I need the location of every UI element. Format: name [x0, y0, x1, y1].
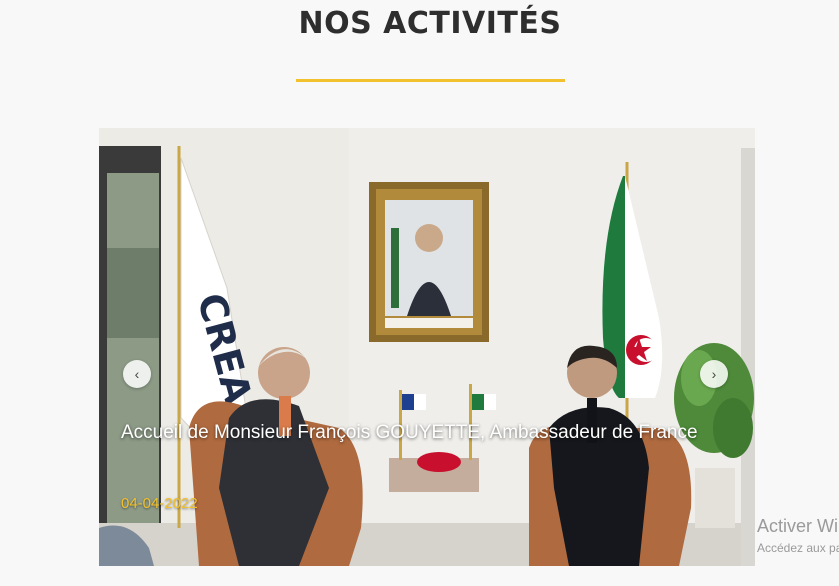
section-title: NOS ACTIVITÉS — [298, 6, 562, 41]
chevron-left-icon: ‹ — [134, 366, 140, 382]
slider-prev-button[interactable]: ‹ — [123, 360, 151, 388]
slide-date: 04-04-2022 — [121, 495, 198, 512]
activities-slider[interactable]: CREA Accueil de Monsieur François GOUYET… — [99, 128, 755, 566]
chevron-right-icon: › — [711, 366, 717, 382]
title-underline — [296, 79, 565, 82]
watermark-subtitle: Accédez aux paramètres — [757, 541, 839, 555]
windows-activation-watermark: Activer Windows Accédez aux paramètres — [757, 515, 839, 556]
watermark-title: Activer Windows — [757, 516, 839, 536]
slide-caption[interactable]: Accueil de Monsieur François GOUYETTE, A… — [121, 420, 721, 445]
slider-next-button[interactable]: › — [700, 360, 728, 388]
